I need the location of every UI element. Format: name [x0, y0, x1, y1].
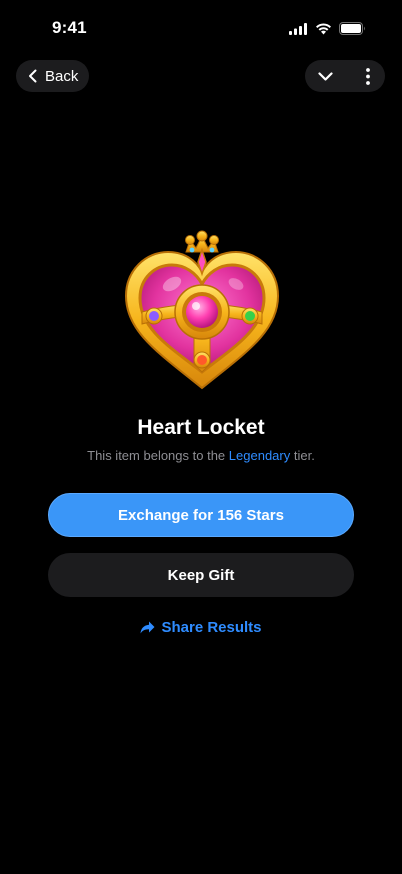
more-button[interactable] [366, 67, 370, 85]
back-label: Back [45, 67, 79, 85]
tier-link[interactable]: Legendary [229, 448, 290, 463]
dropdown-button[interactable] [318, 71, 333, 81]
exchange-button-label: Exchange for 156 Stars [118, 506, 284, 524]
status-bar: 9:41 [0, 0, 402, 54]
back-button[interactable]: Back [16, 60, 89, 92]
item-title: Heart Locket [137, 416, 265, 439]
subtitle-suffix: tier. [293, 448, 315, 463]
keep-gift-button-label: Keep Gift [167, 566, 235, 584]
more-vertical-icon [366, 67, 370, 85]
cellular-signal-icon [289, 22, 307, 35]
top-menu-pill [305, 60, 385, 92]
status-icons [289, 22, 366, 35]
subtitle-prefix: This item belongs to the [87, 448, 226, 463]
status-time: 9:41 [52, 18, 87, 37]
share-results-link[interactable]: Share Results [0, 619, 402, 636]
item-subtitle: This item belongs to the Legendary tier. [0, 448, 402, 463]
battery-icon [339, 22, 365, 35]
exchange-button[interactable]: Exchange for 156 Stars [48, 493, 354, 537]
heart-locket-icon [120, 228, 284, 392]
wifi-icon [316, 22, 331, 34]
chevron-left-icon [29, 69, 37, 83]
chevron-down-icon [318, 71, 333, 81]
keep-gift-button[interactable]: Keep Gift [48, 553, 354, 597]
share-results-label: Share Results [161, 619, 262, 636]
share-arrow-icon [140, 621, 155, 634]
